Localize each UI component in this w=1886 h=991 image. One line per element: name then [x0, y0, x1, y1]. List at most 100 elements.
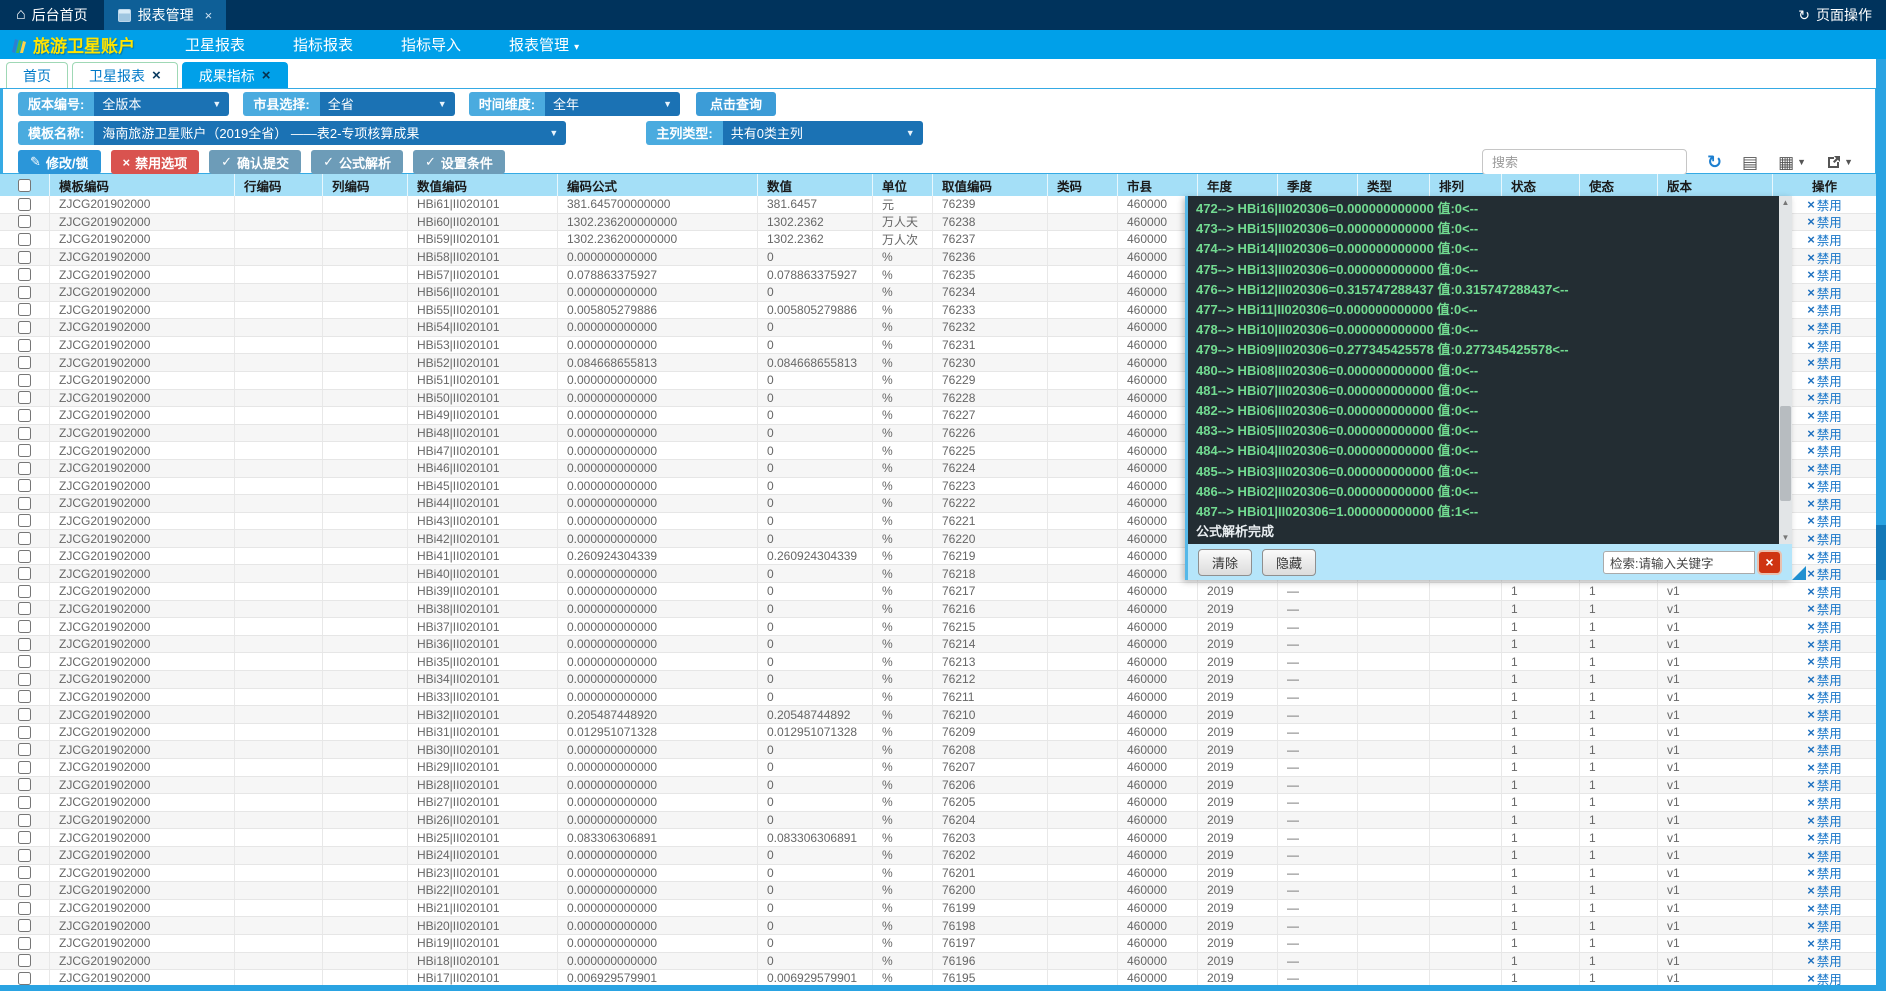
row-checkbox[interactable] — [18, 356, 31, 369]
disable-link[interactable]: ×禁用 — [1807, 917, 1842, 934]
keyword-search-input[interactable] — [1603, 551, 1755, 574]
disable-link[interactable]: ×禁用 — [1807, 777, 1842, 794]
row-checkbox[interactable] — [18, 620, 31, 633]
disable-link[interactable]: ×禁用 — [1807, 653, 1842, 670]
disable-link[interactable]: ×禁用 — [1807, 565, 1842, 582]
export-icon[interactable]: ▼ — [1826, 155, 1853, 170]
column-header-8[interactable]: 类码 — [1048, 174, 1118, 196]
disable-link[interactable]: ×禁用 — [1807, 935, 1842, 952]
row-checkbox[interactable] — [18, 391, 31, 404]
scroll-down-icon[interactable]: ▼ — [1779, 531, 1792, 544]
disable-link[interactable]: ×禁用 — [1807, 882, 1842, 899]
toolbar-button-1[interactable]: ×禁用选项 — [111, 150, 200, 174]
columns-list-icon[interactable]: ▤ — [1742, 154, 1758, 171]
disable-link[interactable]: ×禁用 — [1807, 759, 1842, 776]
console-scrollbar[interactable]: ▲ ▼ — [1779, 196, 1792, 544]
query-button[interactable]: 点击查询 — [696, 92, 776, 116]
row-checkbox[interactable] — [18, 286, 31, 299]
disable-link[interactable]: ×禁用 — [1807, 636, 1842, 653]
columntype-select[interactable]: 共有0类主列 ▼ — [723, 121, 923, 145]
column-header-15[interactable]: 使态 — [1580, 174, 1658, 196]
disable-link[interactable]: ×禁用 — [1807, 442, 1842, 459]
row-checkbox[interactable] — [18, 444, 31, 457]
row-checkbox[interactable] — [18, 303, 31, 316]
scroll-up-icon[interactable]: ▲ — [1779, 196, 1792, 209]
column-header-16[interactable]: 版本 — [1658, 174, 1773, 196]
column-header-13[interactable]: 排列 — [1430, 174, 1502, 196]
column-header-1[interactable]: 行编码 — [235, 174, 323, 196]
row-checkbox[interactable] — [18, 655, 31, 668]
row-checkbox[interactable] — [18, 673, 31, 686]
disable-link[interactable]: ×禁用 — [1807, 495, 1842, 512]
column-header-6[interactable]: 单位 — [873, 174, 933, 196]
disable-link[interactable]: ×禁用 — [1807, 812, 1842, 829]
search-input[interactable] — [1482, 149, 1687, 175]
row-checkbox[interactable] — [18, 409, 31, 422]
disable-link[interactable]: ×禁用 — [1807, 530, 1842, 547]
toolbar-button-0[interactable]: ✎修改/锁 — [18, 150, 101, 174]
disable-link[interactable]: ×禁用 — [1807, 319, 1842, 336]
vertical-scrollbar-thumb[interactable] — [1876, 525, 1886, 580]
disable-link[interactable]: ×禁用 — [1807, 900, 1842, 917]
window-tab-close-icon[interactable]: × — [205, 8, 213, 23]
row-checkbox[interactable] — [18, 902, 31, 915]
horizontal-scrollbar[interactable] — [0, 985, 1876, 991]
column-header-0[interactable]: 模板编码 — [50, 174, 235, 196]
tab-close-icon[interactable]: × — [152, 68, 161, 83]
row-checkbox[interactable] — [18, 884, 31, 897]
row-checkbox[interactable] — [18, 866, 31, 879]
column-header-4[interactable]: 编码公式 — [558, 174, 758, 196]
refresh-icon[interactable]: ↻ — [1707, 153, 1722, 171]
disable-link[interactable]: ×禁用 — [1807, 724, 1842, 741]
row-checkbox[interactable] — [18, 690, 31, 703]
disable-link[interactable]: ×禁用 — [1807, 460, 1842, 477]
disable-link[interactable]: ×禁用 — [1807, 601, 1842, 618]
clear-button[interactable]: 清除 — [1198, 549, 1252, 576]
menu-item-0[interactable]: 卫星报表 — [161, 34, 269, 55]
column-header-14[interactable]: 状态 — [1502, 174, 1580, 196]
row-checkbox[interactable] — [18, 849, 31, 862]
row-checkbox[interactable] — [18, 462, 31, 475]
time-select[interactable]: 全年 ▼ — [545, 92, 680, 116]
page-tab-0[interactable]: 首页 — [6, 62, 68, 88]
row-checkbox[interactable] — [18, 638, 31, 651]
column-header-11[interactable]: 季度 — [1278, 174, 1358, 196]
toolbar-button-2[interactable]: ✓确认提交 — [209, 150, 301, 174]
disable-link[interactable]: ×禁用 — [1807, 671, 1842, 688]
window-tab-report-management[interactable]: 报表管理 × — [104, 0, 227, 30]
row-checkbox[interactable] — [18, 761, 31, 774]
disable-link[interactable]: ×禁用 — [1807, 865, 1842, 882]
row-checkbox[interactable] — [18, 814, 31, 827]
disable-link[interactable]: ×禁用 — [1807, 302, 1842, 319]
template-select[interactable]: 海南旅游卫星账户（2019全省） ——表2-专项核算成果 ▼ — [94, 121, 566, 145]
city-select[interactable]: 全省 ▼ — [320, 92, 455, 116]
disable-link[interactable]: ×禁用 — [1807, 372, 1842, 389]
grid-view-icon[interactable]: ▦▼ — [1778, 154, 1806, 171]
row-checkbox[interactable] — [18, 831, 31, 844]
column-header-5[interactable]: 数值 — [758, 174, 873, 196]
column-header-7[interactable]: 取值编码 — [933, 174, 1048, 196]
row-checkbox[interactable] — [18, 479, 31, 492]
page-tab-2[interactable]: 成果指标× — [182, 62, 288, 88]
disable-link[interactable]: ×禁用 — [1807, 741, 1842, 758]
column-header-12[interactable]: 类型 — [1358, 174, 1430, 196]
disable-link[interactable]: ×禁用 — [1807, 407, 1842, 424]
disable-link[interactable]: ×禁用 — [1807, 847, 1842, 864]
disable-link[interactable]: ×禁用 — [1807, 618, 1842, 635]
console-scrollbar-thumb[interactable] — [1780, 406, 1791, 501]
disable-link[interactable]: ×禁用 — [1807, 953, 1842, 970]
column-header-17[interactable]: 操作 — [1773, 174, 1876, 196]
row-checkbox[interactable] — [18, 215, 31, 228]
disable-link[interactable]: ×禁用 — [1807, 284, 1842, 301]
disable-link[interactable]: ×禁用 — [1807, 266, 1842, 283]
row-checkbox[interactable] — [18, 602, 31, 615]
menu-item-3[interactable]: 报表管理▾ — [485, 34, 603, 55]
row-checkbox[interactable] — [18, 198, 31, 211]
row-checkbox[interactable] — [18, 954, 31, 967]
row-checkbox[interactable] — [18, 796, 31, 809]
version-select[interactable]: 全版本 ▼ — [94, 92, 229, 116]
toolbar-button-3[interactable]: ✓公式解析 — [311, 150, 403, 174]
disable-link[interactable]: ×禁用 — [1807, 249, 1842, 266]
disable-link[interactable]: ×禁用 — [1807, 548, 1842, 565]
disable-link[interactable]: ×禁用 — [1807, 425, 1842, 442]
